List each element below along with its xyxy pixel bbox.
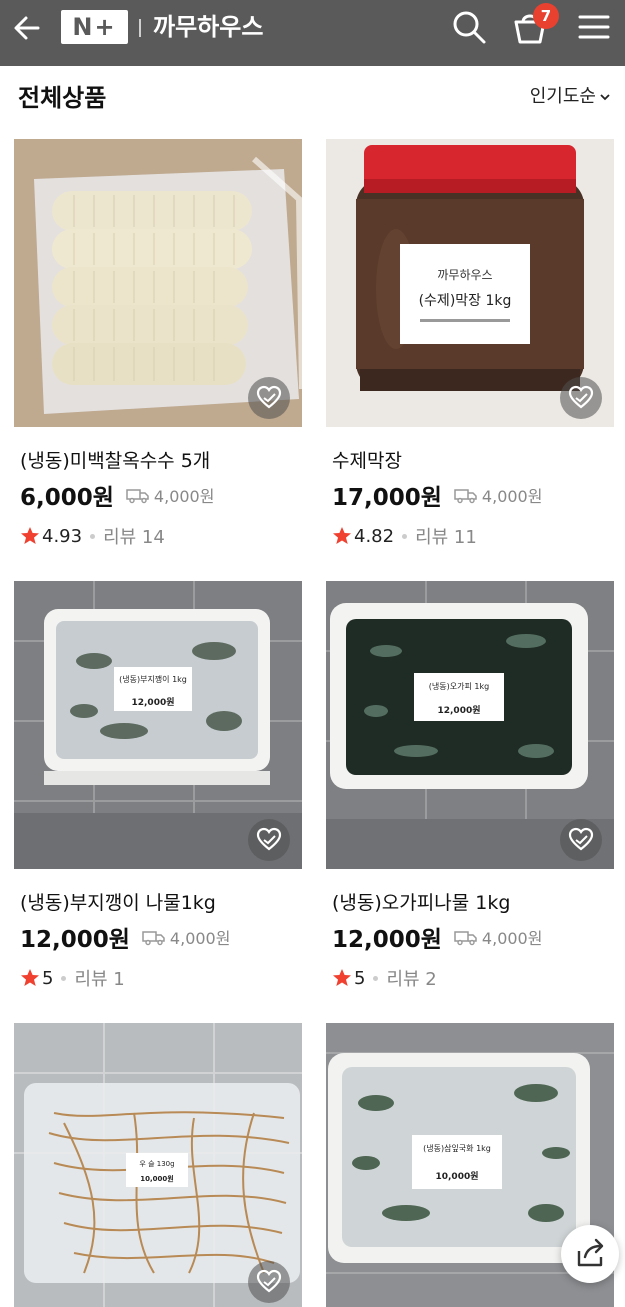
product-price: 12,000원 [20, 927, 130, 953]
chevron-down-icon [600, 94, 610, 101]
rating-value: 4.93 [42, 525, 83, 547]
product-price: 6,000원 [20, 485, 114, 511]
price-row: 12,000원 4,000원 [20, 921, 230, 953]
rating-row: 4.82 리뷰 11 [332, 523, 477, 549]
star-icon [333, 527, 351, 544]
shipping-fee: 4,000원 [481, 487, 543, 506]
product-price: 17,000원 [332, 485, 442, 511]
price-row: 17,000원 4,000원 [332, 479, 542, 511]
sort-dropdown[interactable]: 인기도순 [530, 82, 611, 112]
product-image-jar[interactable]: 까무하우스 (수제)막장 1kg [326, 139, 614, 427]
pack-label-product: (냉동)오가피 1kg [429, 681, 489, 691]
wishlist-heart-icon[interactable] [248, 377, 290, 419]
back-arrow-icon[interactable] [10, 10, 46, 46]
pack-label-product: (냉동)부지깽이 1kg [119, 674, 187, 684]
shipping-fee: 4,000원 [153, 487, 215, 506]
review-count[interactable]: 리뷰 2 [386, 965, 436, 991]
pack-label-price: 12,000원 [437, 704, 480, 716]
product-name[interactable]: (냉동)미백찰옥수수 5개 [20, 447, 210, 475]
wishlist-heart-icon[interactable] [560, 819, 602, 861]
product-card[interactable]: (냉동)부지깽이 1kg 12,000원 (냉동)부지깽이 나물1kg 12,0… [14, 581, 302, 1001]
product-name[interactable]: (냉동)오가피나물 1kg [332, 889, 510, 917]
separator-dot [402, 533, 408, 539]
product-image-roots[interactable]: 우 슬 130g 10,000원 [14, 1023, 302, 1307]
review-count[interactable]: 리뷰 14 [103, 523, 165, 549]
star-icon [333, 969, 351, 986]
pack-label-product: 우 슬 130g [139, 1159, 174, 1168]
product-name[interactable]: 수제막장 [332, 447, 402, 475]
wishlist-heart-icon[interactable] [560, 377, 602, 419]
review-count[interactable]: 리뷰 1 [74, 965, 124, 991]
divider [139, 19, 141, 37]
sort-label: 인기도순 [529, 86, 596, 107]
product-price: 12,000원 [332, 927, 442, 953]
naver-plus-logo[interactable]: N+ [61, 10, 128, 44]
delivery-truck-icon [126, 489, 149, 504]
product-card[interactable]: 우 슬 130g 10,000원 [14, 1023, 302, 1307]
star-icon [21, 527, 39, 544]
delivery-truck-icon [454, 931, 477, 946]
rating-row: 5 리뷰 1 [20, 965, 125, 991]
pack-label-product: (냉동)삼잎국화 1kg [423, 1143, 491, 1153]
separator-dot [90, 533, 96, 539]
search-icon[interactable] [450, 8, 488, 46]
jar-label-store: 까무하우스 [437, 268, 492, 282]
pack-label-price: 10,000원 [140, 1174, 173, 1183]
page-title: 전체상품 [18, 84, 107, 112]
menu-icon[interactable] [576, 10, 612, 44]
top-app-bar: N+ 까무하우스 7 [0, 0, 625, 66]
wishlist-heart-icon[interactable] [248, 1261, 290, 1303]
rating-row: 5 리뷰 2 [332, 965, 437, 991]
product-card[interactable]: 까무하우스 (수제)막장 1kg 수제막장 17,000원 4,000원 4.8… [326, 139, 614, 559]
separator-dot [373, 975, 379, 981]
shipping-fee: 4,000원 [169, 929, 231, 948]
pack-label-price: 10,000원 [435, 1170, 478, 1182]
store-name[interactable]: 까무하우스 [153, 9, 263, 45]
wishlist-heart-icon[interactable] [248, 819, 290, 861]
review-count[interactable]: 리뷰 11 [415, 523, 477, 549]
jar-label-product: (수제)막장 1kg [419, 293, 512, 309]
product-card[interactable]: (냉동)오가피 1kg 12,000원 (냉동)오가피나물 1kg 12,000… [326, 581, 614, 1001]
product-image-corn[interactable] [14, 139, 302, 427]
share-icon [577, 1238, 604, 1267]
delivery-truck-icon [454, 489, 477, 504]
share-button[interactable] [561, 1225, 619, 1283]
separator-dot [61, 975, 67, 981]
rating-value: 4.82 [354, 525, 395, 547]
delivery-truck-icon [142, 931, 165, 946]
star-icon [21, 969, 39, 986]
rating-row: 4.93 리뷰 14 [20, 523, 165, 549]
product-image-greens[interactable]: (냉동)부지깽이 1kg 12,000원 [14, 581, 302, 869]
product-image-greens[interactable]: (냉동)오가피 1kg 12,000원 [326, 581, 614, 869]
price-row: 12,000원 4,000원 [332, 921, 542, 953]
product-card[interactable]: (냉동)미백찰옥수수 5개 6,000원 4,000원 4.93 리뷰 14 [14, 139, 302, 559]
cart-count-badge: 7 [533, 3, 559, 29]
shipping-fee: 4,000원 [481, 929, 543, 948]
price-row: 6,000원 4,000원 [20, 479, 214, 511]
rating-value: 5 [42, 967, 54, 989]
rating-value: 5 [354, 967, 366, 989]
product-name[interactable]: (냉동)부지깽이 나물1kg [20, 889, 216, 917]
pack-label-price: 12,000원 [131, 696, 174, 708]
